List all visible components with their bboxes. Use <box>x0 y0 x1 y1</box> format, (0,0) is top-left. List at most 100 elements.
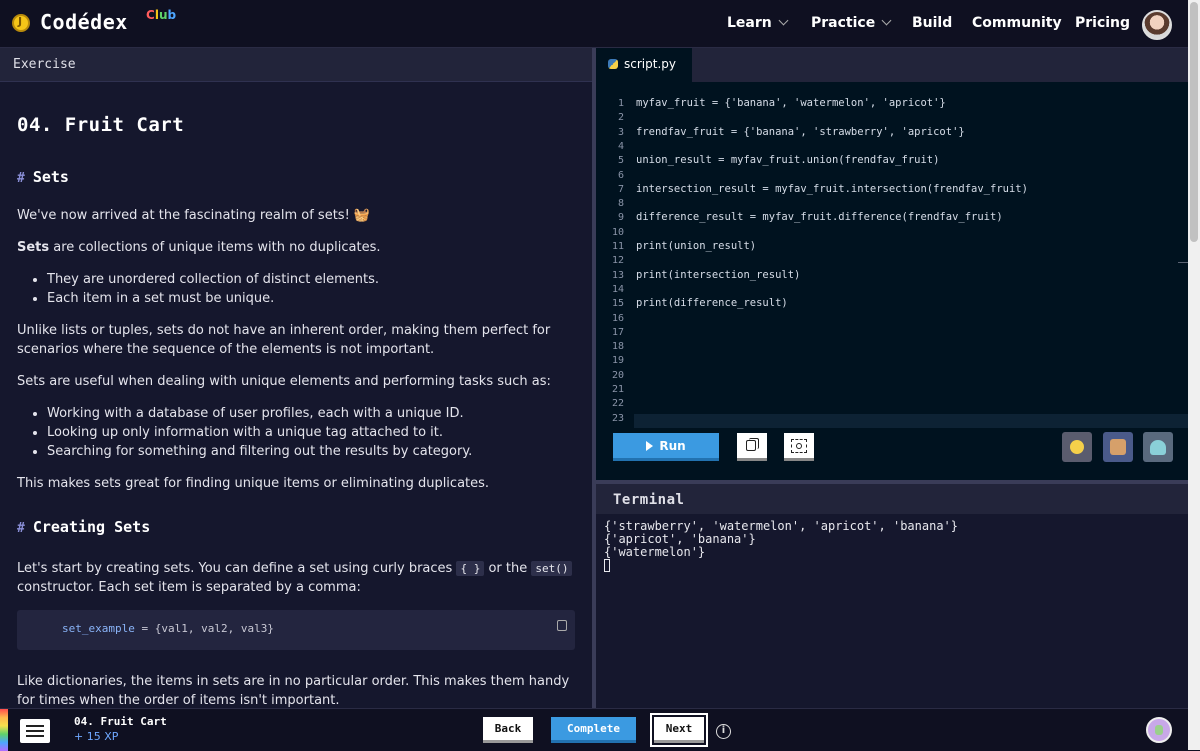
code-line[interactable]: print(union_result) <box>636 240 756 252</box>
bullet-list: They are unordered collection of distinc… <box>47 270 575 308</box>
line-number: 6 <box>617 169 624 181</box>
run-button[interactable]: Run <box>613 433 719 461</box>
list-item: Looking up only information with a uniqu… <box>47 423 575 442</box>
nav-build[interactable]: Build <box>912 15 952 31</box>
screenshot-button[interactable] <box>784 433 814 461</box>
terminal-line: {'watermelon'} <box>604 545 706 559</box>
line-number: 1 <box>617 98 624 109</box>
code-text: = {val1, val2, val3} <box>134 622 274 635</box>
rainbow-strip <box>0 709 8 751</box>
line-number: 7 <box>617 183 624 195</box>
chevron-down-icon <box>778 15 789 26</box>
nav-community[interactable]: Community <box>972 15 1062 31</box>
list-item: Searching for something and filtering ou… <box>47 442 575 461</box>
menu-icon <box>26 725 44 727</box>
list-item: They are unordered collection of distinc… <box>47 270 575 289</box>
editor-tabs: script.py <box>596 48 1188 82</box>
slime-character-icon[interactable] <box>1143 432 1173 462</box>
tab-script-py[interactable]: script.py <box>596 48 692 82</box>
code-line[interactable]: print(intersection_result) <box>636 269 800 281</box>
bold-term: Sets <box>17 240 50 255</box>
code-line[interactable]: print(difference_result) <box>636 297 788 309</box>
nav-learn[interactable]: Learn <box>727 15 789 31</box>
nav-learn-label: Learn <box>727 15 772 31</box>
line-number: 23 <box>611 412 624 424</box>
club-letter: b <box>167 8 177 22</box>
code-example-block: set_example = {val1, val2, val3} <box>17 610 575 650</box>
next-button[interactable]: Next <box>650 713 708 747</box>
menu-button[interactable] <box>20 719 50 743</box>
line-number: 4 <box>617 140 624 152</box>
brand-club-label: Club <box>146 8 176 22</box>
code-line[interactable]: difference_result = myfav_fruit.differen… <box>636 211 1003 223</box>
code-line[interactable]: intersection_result = myfav_fruit.inters… <box>636 183 1028 195</box>
code-variable: set_example <box>62 622 135 635</box>
play-icon <box>646 441 654 451</box>
user-avatar-small[interactable] <box>1146 717 1172 743</box>
tab-label: script.py <box>624 57 676 71</box>
code-editor: script.py 1 2 3 4 5 6 7 8 9 10 11 12 13 14 15 16 17 18 19 2… <box>596 48 1188 480</box>
line-number: 15 <box>611 298 624 310</box>
chevron-down-icon <box>881 15 892 26</box>
hash-icon: # <box>17 521 25 536</box>
active-line-highlight <box>634 414 1188 428</box>
footer-lesson-title: 04. Fruit Cart <box>74 715 167 728</box>
code-line[interactable]: union_result = myfav_fruit.union(frendfa… <box>636 154 939 166</box>
nav-pricing[interactable]: Pricing <box>1075 15 1130 31</box>
paragraph: Sets are useful when dealing with unique… <box>17 374 551 389</box>
line-number: 2 <box>617 112 624 124</box>
paragraph: Sets are collections of unique items wit… <box>17 238 575 257</box>
page-scrollbar[interactable] <box>1188 0 1200 750</box>
paragraph-text: constructor. Each set item is separated … <box>17 580 361 595</box>
menu-icon <box>26 735 44 737</box>
duck-character-icon[interactable] <box>1062 432 1092 462</box>
line-number: 9 <box>617 212 624 224</box>
editor-scroll-marker <box>1178 262 1188 263</box>
bottom-bar: 04. Fruit Cart + 15 XP Back Complete Nex… <box>0 708 1188 751</box>
line-number: 20 <box>611 369 624 381</box>
copy-icon[interactable] <box>557 620 567 631</box>
copy-code-button[interactable] <box>737 433 767 461</box>
line-number: 3 <box>617 126 624 138</box>
section-heading-sets: # Sets <box>17 168 575 186</box>
menu-icon <box>26 730 44 732</box>
inline-code: { } <box>456 561 485 576</box>
lesson-title: 04. Fruit Cart <box>17 114 185 136</box>
brand-logo[interactable]: Codédex <box>40 10 128 34</box>
line-number: 18 <box>611 341 624 353</box>
nav-practice-label: Practice <box>811 15 876 31</box>
scrollbar-thumb[interactable] <box>1190 2 1198 242</box>
run-label: Run <box>659 439 686 453</box>
line-number: 22 <box>611 398 624 410</box>
user-avatar[interactable] <box>1142 10 1172 40</box>
code-line[interactable]: frendfav_fruit = {'banana', 'strawberry'… <box>636 126 965 138</box>
line-number: 16 <box>611 312 624 324</box>
line-number: 21 <box>611 384 624 395</box>
inline-code: set() <box>531 561 573 576</box>
lesson-content: 04. Fruit Cart # Sets We've now arrived a… <box>0 114 592 708</box>
nav-practice[interactable]: Practice <box>811 15 892 31</box>
line-number: 8 <box>617 198 624 210</box>
editor-toolbar: Run <box>596 428 1188 480</box>
info-icon[interactable]: i <box>716 724 731 739</box>
copy-icon <box>746 440 756 451</box>
pirate-character-icon[interactable] <box>1103 432 1133 462</box>
exercise-header: Exercise <box>0 48 592 82</box>
terminal-title: Terminal <box>596 484 1188 514</box>
list-item: Each item in a set must be unique. <box>47 289 575 308</box>
line-number: 17 <box>611 326 624 338</box>
complete-button[interactable]: Complete <box>551 717 636 743</box>
terminal-panel: Terminal {'strawberry', 'watermelon', 'a… <box>596 480 1188 708</box>
line-number: 10 <box>611 226 624 238</box>
paragraph: This makes sets great for finding unique… <box>17 476 490 491</box>
codedex-coin-icon[interactable]: J <box>12 14 30 32</box>
list-item: Working with a database of user profiles… <box>47 404 575 423</box>
code-line[interactable]: myfav_fruit = {'banana', 'watermelon', '… <box>636 97 946 109</box>
terminal-output[interactable]: {'strawberry', 'watermelon', 'apricot', … <box>596 514 1188 581</box>
line-number: 19 <box>611 355 624 367</box>
hash-icon: # <box>17 171 25 186</box>
camera-lens-icon <box>796 443 802 449</box>
section-heading-text: Creating Sets <box>32 518 151 536</box>
back-button[interactable]: Back <box>483 717 533 743</box>
section-heading-text: Sets <box>32 168 69 186</box>
